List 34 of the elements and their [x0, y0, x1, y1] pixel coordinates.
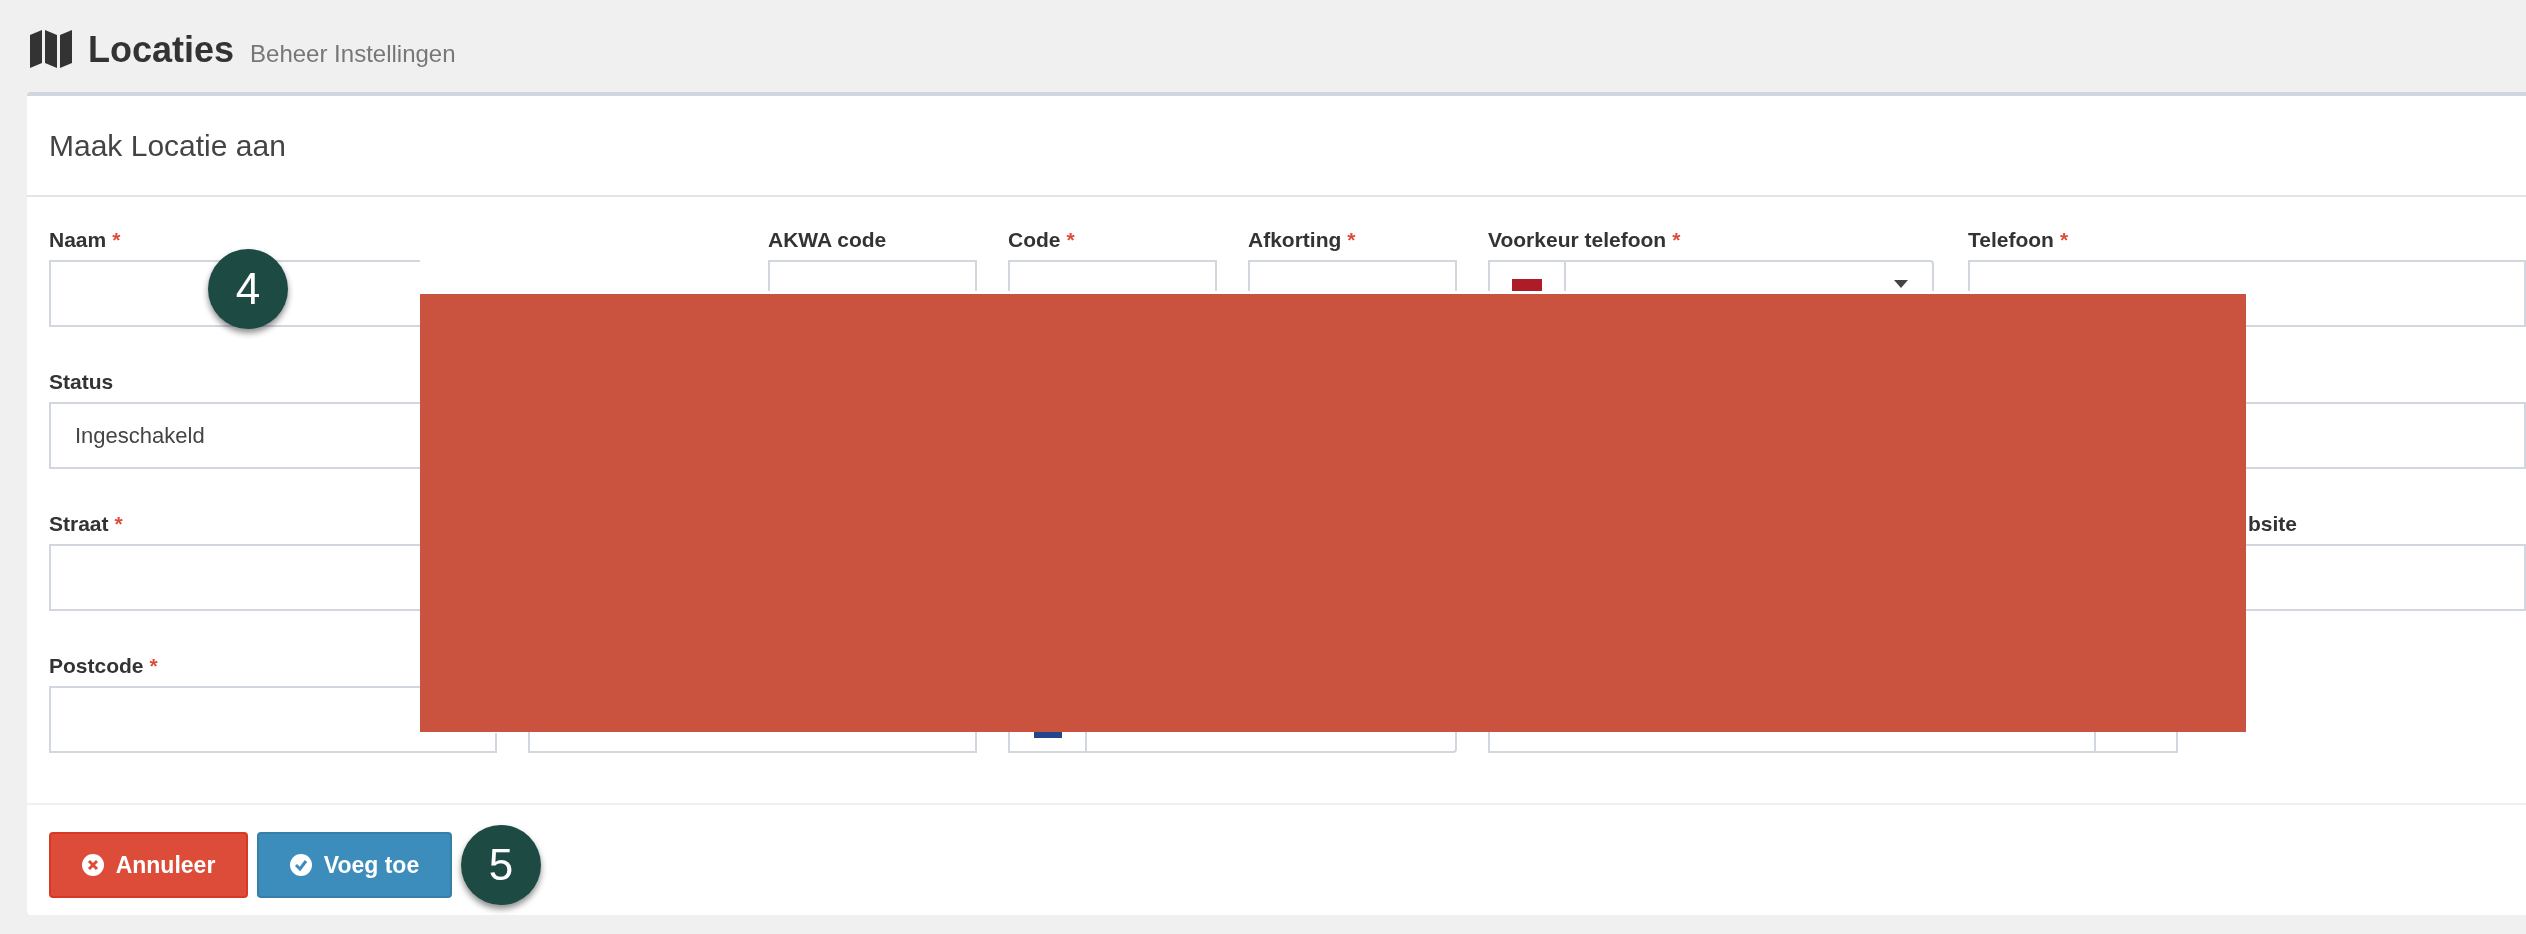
- field-label: Telefoon *: [1968, 226, 2069, 253]
- text-field[interactable]: [49, 686, 420, 753]
- phone-field[interactable]: [1087, 730, 1457, 753]
- field-label: Code *: [1008, 226, 1075, 253]
- cancel-button[interactable]: Annuleer: [49, 832, 248, 898]
- step-marker: 5: [461, 825, 541, 905]
- field-label: Naam *: [49, 226, 121, 253]
- field-label: AKWA code: [768, 226, 887, 253]
- field-label: bsite: [2248, 510, 2297, 537]
- map-icon: [30, 30, 72, 68]
- flag-icon: [1512, 279, 1542, 291]
- field-label: Straat *: [49, 510, 123, 537]
- field-label: Afkorting *: [1248, 226, 1356, 253]
- text-field[interactable]: [768, 260, 977, 291]
- text-field[interactable]: [1968, 260, 2526, 291]
- submit-button[interactable]: Voeg toe: [257, 832, 452, 898]
- field-label: Postcode *: [49, 652, 158, 679]
- close-icon: [81, 854, 104, 876]
- card-title: Maak Locatie aan: [49, 128, 286, 164]
- country-code-select[interactable]: [1566, 260, 1934, 291]
- text-field[interactable]: [1488, 730, 2096, 753]
- text-field[interactable]: [49, 544, 420, 611]
- check-icon: [289, 854, 312, 876]
- text-field[interactable]: [1008, 260, 1217, 291]
- field-label: Voorkeur telefoon *: [1488, 226, 1681, 253]
- field-label: Status: [49, 368, 114, 395]
- page-title: Locaties: [88, 32, 235, 68]
- page-subtitle: Beheer Instellingen: [250, 42, 456, 68]
- text-field[interactable]: [528, 730, 977, 753]
- text-field[interactable]: [2246, 402, 2526, 469]
- caret-icon: [1894, 280, 1908, 288]
- text-field[interactable]: [2246, 544, 2526, 611]
- status-select[interactable]: Ingeschakeld: [49, 402, 420, 469]
- text-field[interactable]: [1248, 260, 1457, 291]
